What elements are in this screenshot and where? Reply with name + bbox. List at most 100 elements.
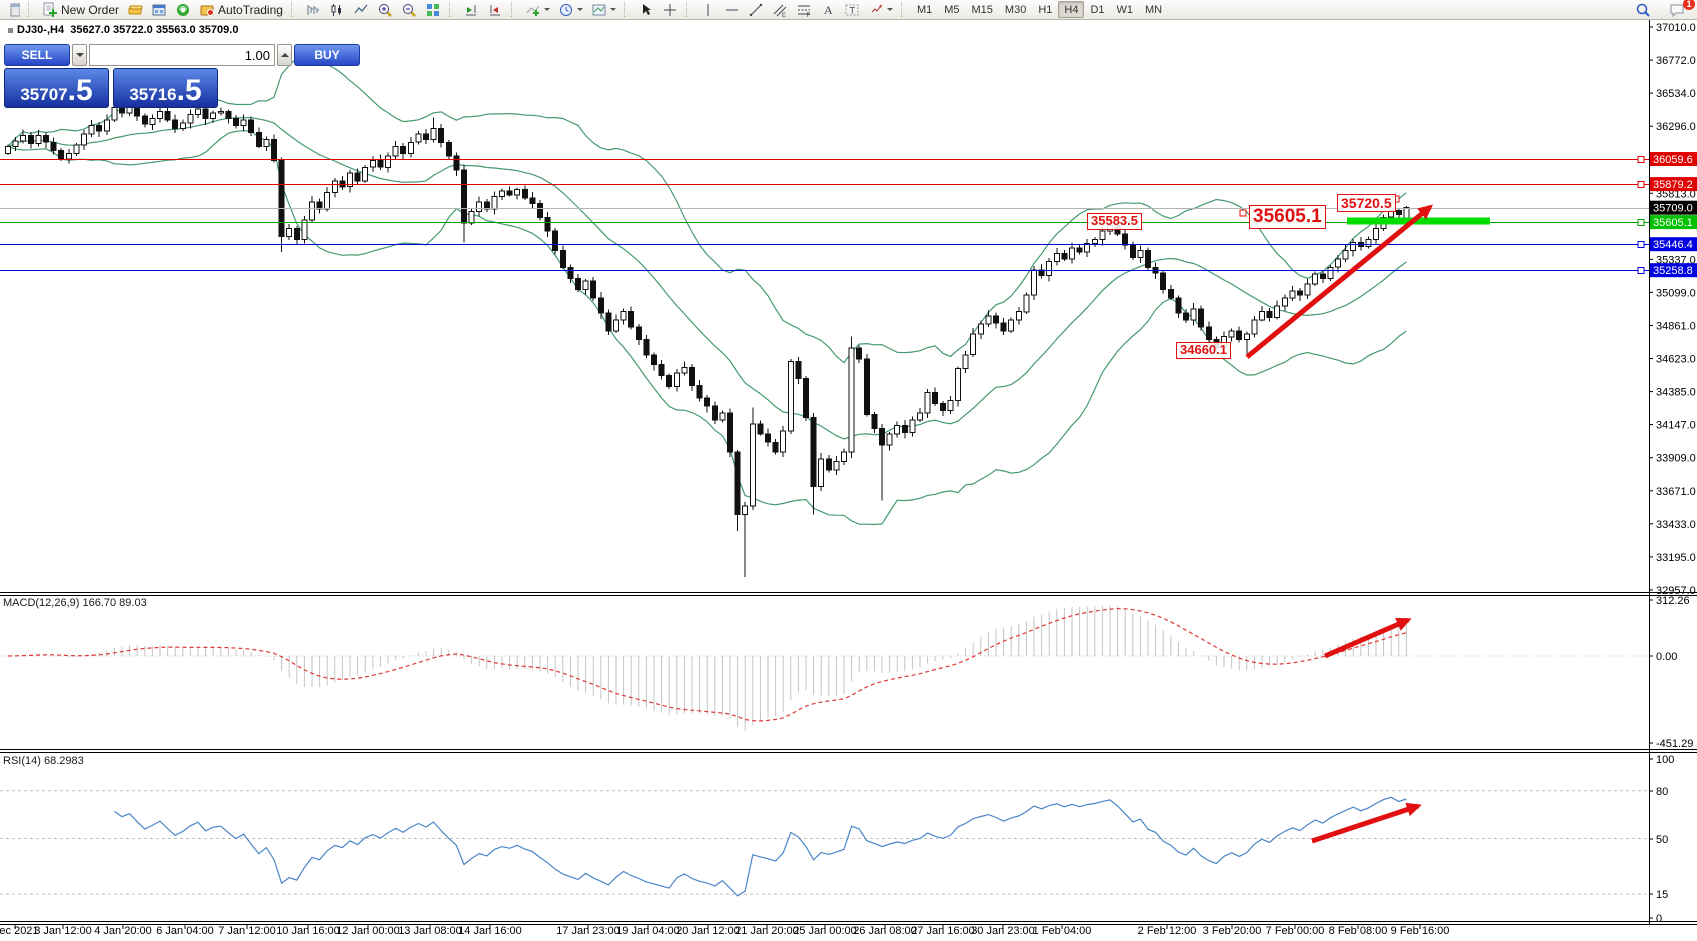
toolbar-label: New Order bbox=[61, 3, 119, 17]
vertical-line-button[interactable] bbox=[696, 1, 720, 18]
toolbar-separator bbox=[449, 2, 457, 17]
search-icon[interactable] bbox=[1631, 1, 1655, 18]
tf-m30[interactable]: M30 bbox=[999, 1, 1032, 18]
text-label-button[interactable]: T bbox=[840, 1, 864, 18]
templates-button[interactable] bbox=[587, 1, 620, 18]
svg-text:12 Jan 00:00: 12 Jan 00:00 bbox=[336, 925, 400, 937]
price-annotation[interactable]: 35605.1 bbox=[1249, 205, 1326, 229]
crosshair-button[interactable] bbox=[658, 1, 682, 18]
hline-icon bbox=[724, 2, 740, 18]
sell-price-display[interactable]: 35707.5 bbox=[4, 68, 109, 108]
tile-windows-button[interactable] bbox=[421, 1, 445, 18]
deposit-button[interactable] bbox=[123, 1, 147, 18]
indicators-button[interactable] bbox=[521, 1, 554, 18]
svg-text:8 Feb 08:00: 8 Feb 08:00 bbox=[1329, 925, 1388, 937]
chevron-down-icon bbox=[544, 8, 550, 14]
tf-m15[interactable]: M15 bbox=[966, 1, 999, 18]
svg-text:35258.8: 35258.8 bbox=[1653, 265, 1693, 277]
fibonacci-button[interactable]: F bbox=[792, 1, 816, 18]
cursor-button[interactable] bbox=[634, 1, 658, 18]
candlestick-chart-button[interactable] bbox=[325, 1, 349, 18]
auto-scroll-button[interactable] bbox=[459, 1, 483, 18]
toolbar-separator bbox=[686, 2, 694, 17]
svg-text:A: A bbox=[824, 3, 833, 17]
svg-text:34861.0: 34861.0 bbox=[1656, 321, 1696, 333]
chart-shift-button[interactable] bbox=[483, 1, 507, 18]
tf-w1[interactable]: W1 bbox=[1111, 1, 1140, 18]
periods-button[interactable] bbox=[554, 1, 587, 18]
candlesticks bbox=[6, 90, 1409, 578]
tf-h4[interactable]: H4 bbox=[1058, 1, 1084, 18]
svg-text:50: 50 bbox=[1656, 834, 1668, 846]
toolbar-label: AutoTrading bbox=[218, 3, 283, 17]
broadcast-icon bbox=[175, 2, 191, 18]
rsi-trend-arrow[interactable] bbox=[1312, 806, 1418, 841]
svg-text:36296.0: 36296.0 bbox=[1656, 121, 1696, 133]
indicators-icon bbox=[525, 2, 541, 18]
svg-text:100: 100 bbox=[1656, 754, 1674, 766]
buy-price-frac: .5 bbox=[177, 77, 202, 105]
tf-h1[interactable]: H1 bbox=[1032, 1, 1058, 18]
price-axis[interactable]: 37010.036772.036534.036296.035813.035337… bbox=[1649, 22, 1697, 925]
volume-input[interactable] bbox=[89, 44, 275, 66]
macd-trend-arrow[interactable] bbox=[1325, 620, 1408, 656]
svg-text:19 Jan 04:00: 19 Jan 04:00 bbox=[616, 925, 680, 937]
volume-increase-button[interactable] bbox=[277, 44, 292, 66]
zoom-in-button[interactable] bbox=[373, 1, 397, 18]
svg-text:26 Jan 08:00: 26 Jan 08:00 bbox=[853, 925, 917, 937]
volume-decrease-button[interactable] bbox=[72, 44, 87, 66]
annotation-anchor[interactable] bbox=[1240, 210, 1246, 216]
text-a-icon: A bbox=[820, 2, 836, 18]
tf-m5[interactable]: M5 bbox=[938, 1, 965, 18]
symbol-marker-icon bbox=[8, 28, 13, 33]
chevron-down-icon bbox=[887, 8, 893, 14]
buy-button[interactable]: BUY bbox=[294, 44, 360, 66]
svg-text:35605.1: 35605.1 bbox=[1653, 217, 1693, 229]
label-t-icon: T bbox=[844, 2, 860, 18]
chat-icon[interactable]: 1 bbox=[1665, 1, 1689, 18]
svg-text:35709.0: 35709.0 bbox=[1653, 203, 1693, 215]
svg-text:33909.0: 33909.0 bbox=[1656, 453, 1696, 465]
terminal-window-button[interactable] bbox=[147, 1, 171, 18]
bar-chart-button[interactable] bbox=[301, 1, 325, 18]
macd-indicator-label: MACD(12,26,9) 166.70 89.03 bbox=[3, 597, 147, 609]
svg-text:1 Feb 04:00: 1 Feb 04:00 bbox=[1033, 925, 1092, 937]
svg-text:7 Feb 00:00: 7 Feb 00:00 bbox=[1266, 925, 1325, 937]
time-axis[interactable]: Dec 20213 Jan 12:004 Jan 20:006 Jan 04:0… bbox=[0, 925, 1449, 937]
svg-text:7 Jan 12:00: 7 Jan 12:00 bbox=[218, 925, 276, 937]
svg-text:30 Jan 23:00: 30 Jan 23:00 bbox=[971, 925, 1035, 937]
sell-button[interactable]: SELL bbox=[4, 44, 70, 66]
price-annotation[interactable]: 35720.5 bbox=[1337, 194, 1396, 212]
tf-d1[interactable]: D1 bbox=[1084, 1, 1110, 18]
price-annotation[interactable]: 35583.5 bbox=[1087, 213, 1142, 230]
toolbar-label: H1 bbox=[1038, 4, 1052, 16]
channel-button[interactable]: E bbox=[768, 1, 792, 18]
chart-canvas[interactable]: 37010.036772.036534.036296.035813.035337… bbox=[0, 0, 1697, 941]
toolbar-label: D1 bbox=[1090, 4, 1104, 16]
svg-text:0.00: 0.00 bbox=[1656, 651, 1677, 663]
fibo-icon: F bbox=[796, 2, 812, 18]
svg-text:35099.0: 35099.0 bbox=[1656, 287, 1696, 299]
tf-mn[interactable]: MN bbox=[1139, 1, 1168, 18]
rsi-line bbox=[114, 797, 1406, 896]
horizontal-line-button[interactable] bbox=[720, 1, 744, 18]
broadcast-button[interactable] bbox=[171, 1, 195, 18]
cursor-icon bbox=[638, 2, 654, 18]
text-button[interactable]: A bbox=[816, 1, 840, 18]
line-chart-button[interactable] bbox=[349, 1, 373, 18]
pane-borders bbox=[0, 20, 1697, 925]
svg-text:80: 80 bbox=[1656, 786, 1668, 798]
price-annotation[interactable]: 34660.1 bbox=[1176, 342, 1231, 359]
zoom-out-button[interactable] bbox=[397, 1, 421, 18]
svg-text:34623.0: 34623.0 bbox=[1656, 354, 1696, 366]
svg-text:6 Jan 04:00: 6 Jan 04:00 bbox=[156, 925, 214, 937]
autotrading-button[interactable]: AutoTrading bbox=[195, 1, 287, 18]
svg-text:33433.0: 33433.0 bbox=[1656, 519, 1696, 531]
new-order-button[interactable]: New Order bbox=[38, 1, 123, 18]
arrows-button[interactable] bbox=[864, 1, 897, 18]
buy-price-display[interactable]: 35716.5 bbox=[113, 68, 218, 108]
candles-icon bbox=[329, 2, 345, 18]
chevron-down-icon bbox=[577, 8, 583, 14]
tf-m1[interactable]: M1 bbox=[911, 1, 938, 18]
trendline-button[interactable] bbox=[744, 1, 768, 18]
